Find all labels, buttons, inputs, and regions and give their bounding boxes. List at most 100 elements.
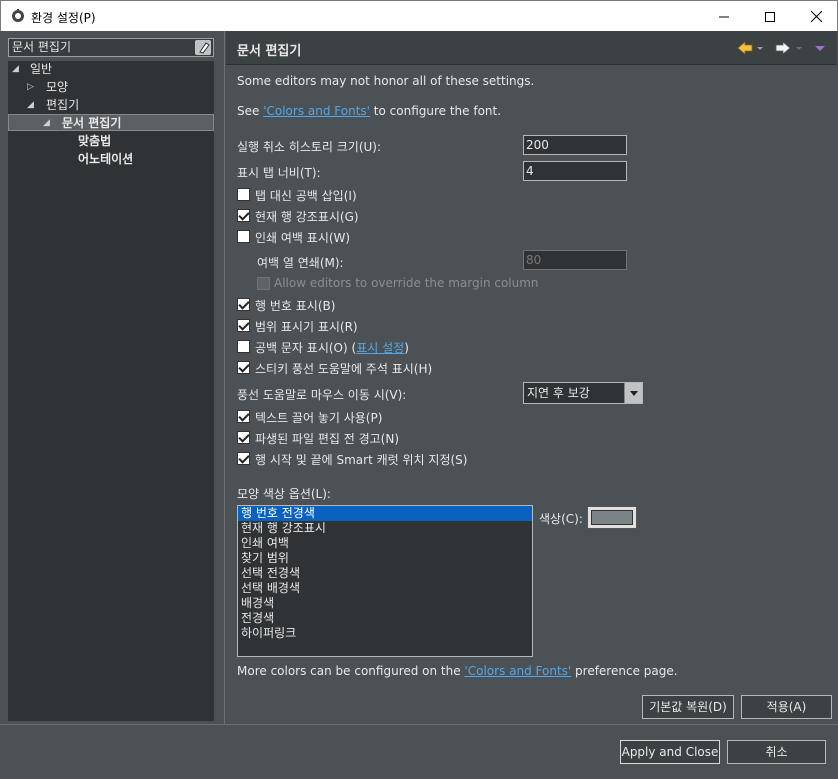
eraser-icon	[199, 42, 210, 54]
whitespace-settings-link[interactable]: 표시 설정	[356, 341, 404, 355]
drag-drop-checkbox[interactable]	[237, 410, 250, 423]
tree-item-label: 편집기	[46, 98, 80, 112]
whitespace-label: 공백 문자 표시(O)	[255, 341, 348, 355]
tree-item-label: 일반	[30, 62, 53, 76]
tree-item-annotations[interactable]: 어노테이션	[78, 151, 133, 168]
hover-mode-select[interactable]: 지연 후 보강	[523, 382, 643, 404]
color-option-item[interactable]: 행 번호 전경색	[238, 506, 532, 521]
tab-width-label: 표시 탭 너비(T):	[237, 166, 321, 180]
tree-item-label: 문서 편집기	[62, 116, 122, 130]
view-menu-icon[interactable]	[814, 39, 826, 57]
forward-arrow-icon[interactable]	[774, 39, 806, 57]
color-option-item[interactable]: 인쇄 여백	[238, 536, 532, 551]
close-button[interactable]	[793, 1, 838, 32]
maximize-icon	[765, 11, 775, 22]
color-option-item[interactable]: 현재 행 강조표시	[238, 521, 532, 536]
minimize-button[interactable]	[701, 1, 747, 32]
restore-defaults-button[interactable]: 기본값 복원(D)	[642, 695, 734, 719]
color-option-item[interactable]: 하이퍼링크	[238, 626, 532, 641]
color-option-item[interactable]: 선택 배경색	[238, 581, 532, 596]
clear-filter-button[interactable]	[195, 40, 211, 55]
insert-spaces-checkbox[interactable]	[237, 188, 250, 201]
apply-and-close-button[interactable]: Apply and Close	[620, 740, 720, 764]
drag-drop-label: 텍스트 끌어 놓기 사용(P)	[255, 411, 383, 425]
whitespace-label-group: 공백 문자 표시(O) (표시 설정)	[255, 339, 409, 356]
color-option-item[interactable]: 배경색	[238, 596, 532, 611]
font-hint-prefix: See	[237, 104, 264, 118]
maximize-button[interactable]	[747, 1, 793, 32]
settings-note: Some editors may not honor all of these …	[237, 74, 535, 88]
preference-tree: ◢ 일반 ▷ 모양 ◢ 편집기 ◢ 문서 편집기 맞춤법 어노테이션	[8, 61, 214, 721]
cancel-button[interactable]: 취소	[727, 740, 826, 764]
print-margin-label: 인쇄 여백 표시(W)	[255, 231, 351, 245]
smart-caret-label: 행 시작 및 끝에 Smart 캐럿 위치 지정(S)	[255, 453, 468, 467]
margin-column-label: 여백 열 연쇄(M):	[257, 256, 344, 270]
whitespace-checkbox[interactable]	[237, 340, 250, 353]
color-options-label: 모양 색상 옵션(L):	[237, 487, 331, 501]
color-options-list[interactable]: 행 번호 전경색 현재 행 강조표시 인쇄 여백 찾기 범위 선택 전경색 선택 배경색 배…	[237, 505, 533, 657]
filter-input[interactable]: 문서 편집기	[8, 38, 214, 57]
close-icon	[810, 11, 822, 22]
app-icon	[12, 9, 24, 22]
color-option-item[interactable]: 찾기 범위	[238, 551, 532, 566]
print-margin-checkbox[interactable]	[237, 230, 250, 243]
undo-history-input[interactable]: 200	[523, 135, 627, 155]
more-colors-suffix: preference page.	[571, 664, 678, 678]
sticky-hover-label: 스티키 풍선 도움말에 주석 표시(H)	[255, 362, 433, 376]
font-hint-suffix: to configure the font.	[369, 104, 502, 118]
tree-item-spelling[interactable]: 맞춤법	[78, 133, 111, 150]
color-picker-button[interactable]	[587, 506, 637, 529]
allow-override-label: Allow editors to override the margin col…	[274, 276, 539, 290]
color-label: 색상(C):	[539, 512, 583, 526]
margin-column-input[interactable]: 80	[523, 250, 627, 270]
tree-item-label: 모양	[46, 80, 69, 94]
minimize-icon	[719, 16, 729, 17]
line-numbers-checkbox[interactable]	[237, 298, 250, 311]
hover-mode-label: 풍선 도움말로 마우스 이동 시(V):	[237, 388, 407, 402]
more-colors-hint: More colors can be configured on the 'Co…	[237, 664, 678, 678]
highlight-line-label: 현재 행 강조표시(G)	[255, 210, 359, 224]
font-hint: See 'Colors and Fonts' to configure the …	[237, 104, 501, 118]
expanded-arrow-icon[interactable]: ◢	[12, 64, 19, 74]
whitespace-paren-close: )	[404, 341, 409, 355]
tree-item-editors[interactable]: 편집기	[46, 97, 79, 114]
color-option-item[interactable]: 선택 전경색	[238, 566, 532, 581]
expanded-arrow-icon[interactable]: ◢	[27, 100, 34, 110]
collapsed-arrow-icon[interactable]: ▷	[27, 82, 34, 92]
derived-warn-label: 파생된 파일 편집 전 경고(N)	[255, 432, 399, 446]
filter-value: 문서 편집기	[12, 40, 72, 54]
more-colors-prefix: More colors can be configured on the	[237, 664, 465, 678]
window-title: 환경 설정(P)	[31, 11, 96, 25]
tree-item-label: 맞춤법	[78, 134, 112, 148]
hover-mode-value: 지연 후 보강	[527, 386, 590, 400]
insert-spaces-label: 탭 대신 공백 삽입(I)	[255, 189, 357, 203]
range-indicator-label: 범위 표시기 표시(R)	[255, 320, 358, 334]
color-option-item[interactable]: 전경색	[238, 611, 532, 626]
page-header: 문서 편집기	[226, 31, 837, 65]
highlight-line-checkbox[interactable]	[237, 209, 250, 222]
page-title: 문서 편집기	[237, 44, 302, 59]
derived-warn-checkbox[interactable]	[237, 431, 250, 444]
sticky-hover-checkbox[interactable]	[237, 361, 250, 374]
tree-item-appearance[interactable]: 모양	[46, 79, 68, 96]
allow-override-checkbox[interactable]	[257, 277, 270, 290]
range-indicator-checkbox[interactable]	[237, 319, 250, 332]
navigation-panel: 문서 편집기 ◢ 일반 ▷ 모양 ◢ 편집기 ◢ 문서 편집기 맞춤법 어노테이…	[1, 31, 225, 724]
colors-fonts-page-link[interactable]: 'Colors and Fonts'	[464, 664, 571, 678]
apply-button[interactable]: 적용(A)	[741, 695, 832, 719]
tab-width-input[interactable]: 4	[523, 161, 627, 181]
line-numbers-label: 행 번호 표시(B)	[255, 299, 336, 313]
preference-page: 문서 편집기 Some editors may not honor all of…	[226, 31, 837, 724]
tree-item-general[interactable]: 일반	[30, 61, 52, 78]
chevron-down-icon[interactable]	[624, 383, 642, 403]
smart-caret-checkbox[interactable]	[237, 452, 250, 465]
undo-history-label: 실행 취소 히스토리 크기(U):	[237, 140, 382, 154]
expanded-arrow-icon[interactable]: ◢	[43, 118, 50, 128]
tree-item-text-editors-label: 문서 편집기	[62, 115, 121, 132]
tree-item-label: 어노테이션	[78, 152, 134, 166]
color-swatch	[591, 510, 633, 525]
dialog-footer: Apply and Close 취소	[0, 724, 838, 779]
colors-fonts-link[interactable]: 'Colors and Fonts'	[263, 104, 370, 118]
title-bar: 환경 설정(P)	[0, 0, 838, 31]
back-arrow-icon[interactable]	[736, 39, 764, 57]
